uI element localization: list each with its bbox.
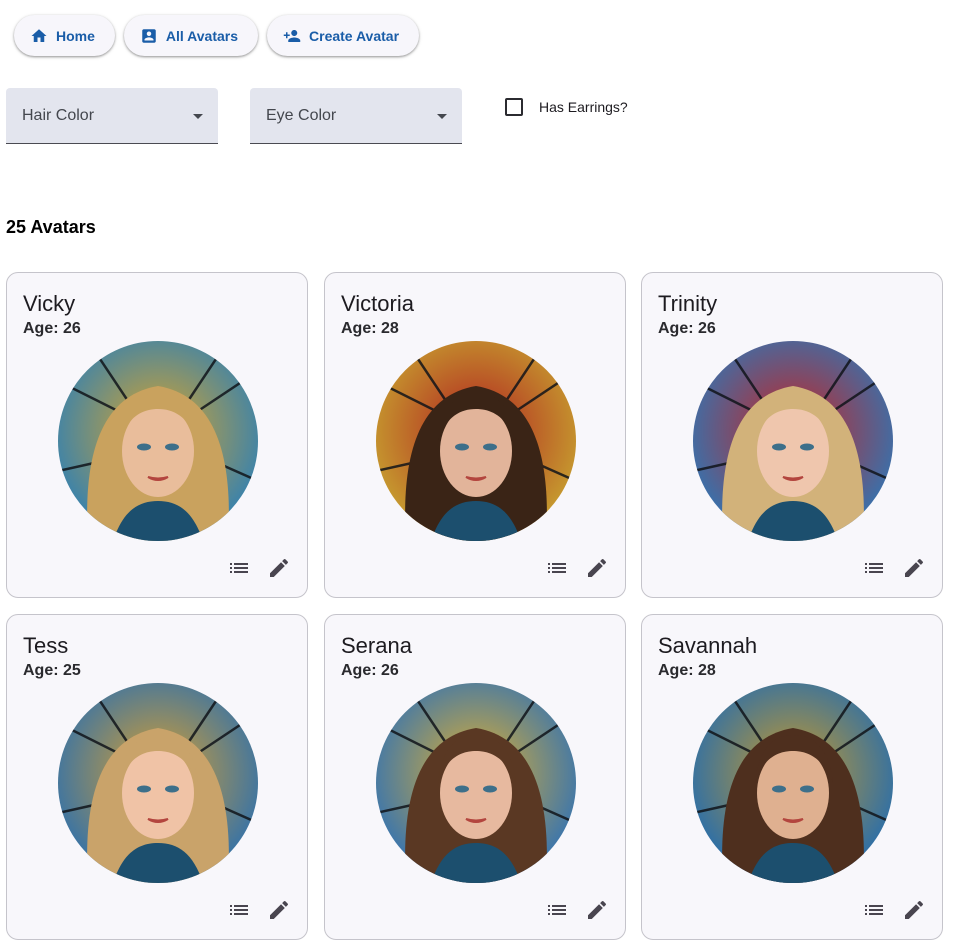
avatar-age: Age: 28 (658, 662, 716, 679)
has-earrings-checkbox[interactable] (505, 98, 523, 116)
list-icon (227, 898, 251, 922)
details-list-button[interactable] (227, 556, 251, 580)
avatar-age: Age: 26 (658, 320, 716, 337)
avatar-age: Age: 25 (23, 662, 81, 679)
chevron-down-icon (193, 114, 203, 119)
avatar-name: Tess (23, 633, 69, 658)
avatar-name: Savannah (658, 633, 758, 658)
edit-button[interactable] (902, 556, 926, 580)
avatar-card-victoria: Victoria Age: 28 (324, 272, 626, 598)
list-icon (227, 556, 251, 580)
nav-bar: Home All Avatars Create Avatar (14, 15, 420, 56)
avatar-age: Age: 28 (341, 320, 399, 337)
avatar-portrait-image (376, 683, 576, 883)
avatar-card-tess: Tess Age: 25 (6, 614, 308, 940)
edit-button[interactable] (267, 556, 291, 580)
list-icon (862, 556, 886, 580)
avatar-card-trinity: Trinity Age: 26 (641, 272, 943, 598)
avatar-age: Age: 26 (23, 320, 81, 337)
avatar-card-serana: Serana Age: 26 (324, 614, 626, 940)
all-avatars-button[interactable]: All Avatars (123, 15, 259, 56)
home-icon (30, 27, 48, 45)
avatar-name: Vicky (23, 291, 76, 316)
edit-button[interactable] (585, 898, 609, 922)
has-earrings-label: Has Earrings? (539, 99, 628, 115)
avatar-portrait-image (376, 341, 576, 541)
pencil-icon (267, 556, 291, 580)
contact-card-icon (140, 27, 158, 45)
home-button-label: Home (56, 27, 95, 44)
edit-button[interactable] (902, 898, 926, 922)
avatar-count: 25 Avatars (6, 217, 96, 237)
eye-color-select[interactable]: Eye Color (250, 88, 462, 144)
avatar-name: Serana (341, 633, 412, 658)
avatar-portrait-image (58, 683, 258, 883)
details-list-button[interactable] (545, 898, 569, 922)
all-avatars-button-label: All Avatars (165, 27, 239, 44)
edit-button[interactable] (585, 556, 609, 580)
avatars-page: Home All Avatars Create Avatar Hair Colo… (0, 0, 958, 952)
avatar-age: Age: 26 (341, 662, 399, 679)
edit-button[interactable] (267, 898, 291, 922)
list-icon (862, 898, 886, 922)
details-list-button[interactable] (545, 556, 569, 580)
chevron-down-icon (437, 114, 447, 119)
details-list-button[interactable] (227, 898, 251, 922)
avatar-card-savannah: Savannah Age: 28 (641, 614, 943, 940)
list-icon (545, 898, 569, 922)
eye-color-label: Eye Color (266, 107, 337, 124)
details-list-button[interactable] (862, 556, 886, 580)
avatar-name: Trinity (658, 291, 718, 316)
hair-color-select[interactable]: Hair Color (6, 88, 218, 144)
avatar-portrait-image (693, 341, 893, 541)
list-icon (545, 556, 569, 580)
avatar-name: Victoria (341, 291, 414, 316)
home-button[interactable]: Home (14, 15, 115, 56)
avatar-portrait-image (58, 341, 258, 541)
avatar-portrait-image (693, 683, 893, 883)
details-list-button[interactable] (862, 898, 886, 922)
avatar-card-vicky: Vicky Age: 26 (6, 272, 308, 598)
has-earrings-toggle[interactable]: Has Earrings? (505, 98, 628, 116)
pencil-icon (902, 898, 926, 922)
pencil-icon (585, 898, 609, 922)
create-avatar-button[interactable]: Create Avatar (267, 15, 420, 56)
hair-color-label: Hair Color (22, 107, 95, 124)
pencil-icon (267, 898, 291, 922)
pencil-icon (902, 556, 926, 580)
person-add-icon (283, 27, 301, 45)
pencil-icon (585, 556, 609, 580)
create-avatar-button-label: Create Avatar (309, 27, 400, 44)
